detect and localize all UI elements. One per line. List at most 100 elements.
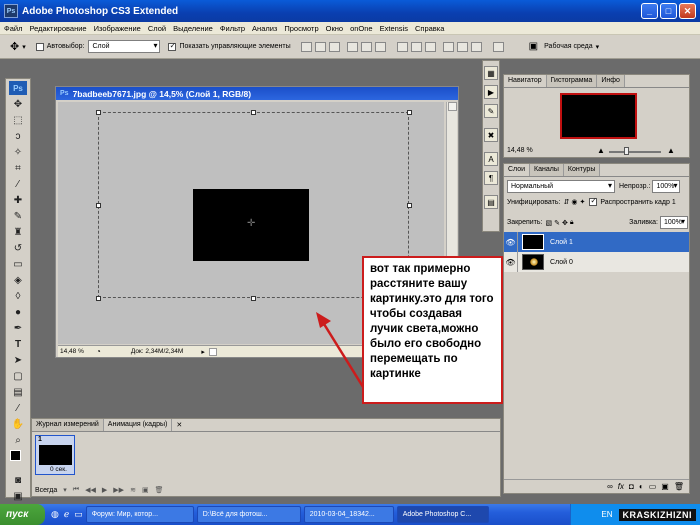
paint-bucket-tool-icon[interactable]: ◈ bbox=[9, 273, 27, 287]
tab-paths[interactable]: Контуры bbox=[563, 164, 601, 176]
unify-style-icon[interactable]: ✦ bbox=[579, 198, 585, 206]
delete-layer-icon[interactable]: 🗑︎ bbox=[674, 482, 684, 491]
lasso-tool-icon[interactable]: ↄ bbox=[9, 129, 27, 143]
quicklaunch-firefox-icon[interactable]: ◍ bbox=[51, 509, 59, 520]
navigator-zoom[interactable]: 14,48 % bbox=[507, 147, 533, 154]
lock-all-icon[interactable]: 🔒︎ bbox=[570, 219, 574, 227]
transform-handle[interactable] bbox=[96, 296, 101, 301]
loop-select[interactable]: Всегда bbox=[35, 487, 57, 494]
screen-mode-icon[interactable]: ▣ bbox=[9, 489, 27, 503]
transform-handle[interactable] bbox=[251, 296, 256, 301]
menu-analysis[interactable]: Анализ bbox=[252, 24, 277, 33]
distribute-top-icon[interactable] bbox=[396, 41, 408, 52]
eye-icon[interactable]: 👁︎ bbox=[504, 252, 518, 272]
eraser-tool-icon[interactable]: ▭ bbox=[9, 257, 27, 271]
workspace-label[interactable]: Рабочая среда bbox=[544, 43, 592, 50]
transform-handle[interactable] bbox=[96, 203, 101, 208]
eyedropper-tool-icon[interactable]: ⁄ bbox=[9, 177, 27, 191]
stamp-tool-icon[interactable]: ♜ bbox=[9, 225, 27, 239]
frame-time[interactable]: 0 сек. bbox=[50, 466, 67, 473]
layer-row-2[interactable]: 👁︎ Слой 0 bbox=[504, 252, 689, 272]
menu-help[interactable]: Справка bbox=[415, 24, 444, 33]
tab-histogram[interactable]: Гистограмма bbox=[546, 75, 598, 87]
first-frame-icon[interactable]: ⏮ bbox=[73, 486, 79, 494]
dock-play-icon[interactable]: ▶ bbox=[484, 85, 498, 99]
dock-tools-icon[interactable]: ✖ bbox=[484, 128, 498, 142]
animation-frame[interactable]: 1 0 сек. bbox=[35, 435, 75, 475]
crop-tool-icon[interactable]: ⌗ bbox=[9, 161, 27, 175]
transform-center-icon[interactable]: ✛ bbox=[247, 218, 255, 229]
pen-tool-icon[interactable]: ✒ bbox=[9, 321, 27, 335]
tab-animation[interactable]: Анимация (кадры) bbox=[103, 419, 173, 431]
zoom-in-icon[interactable]: ▲ bbox=[667, 146, 675, 155]
distribute-hcenter-icon[interactable] bbox=[456, 41, 468, 52]
layer-row-1[interactable]: 👁︎ Слой 1 bbox=[504, 232, 689, 252]
distribute-right-icon[interactable] bbox=[470, 41, 482, 52]
menu-layer[interactable]: Слой bbox=[148, 24, 166, 33]
transform-handle[interactable] bbox=[96, 110, 101, 115]
language-indicator[interactable]: EN bbox=[601, 510, 612, 519]
type-tool-icon[interactable]: T bbox=[9, 337, 27, 351]
move-tool-icon[interactable]: ✥ bbox=[10, 40, 19, 53]
distribute-vcenter-icon[interactable] bbox=[410, 41, 422, 52]
lock-pixels-icon[interactable]: ✎ bbox=[554, 219, 560, 227]
zoom-out-icon[interactable]: ▲ bbox=[597, 146, 605, 155]
autoselect-select[interactable]: Слой bbox=[88, 40, 161, 53]
status-arrow-icon[interactable]: ▸ bbox=[201, 348, 205, 356]
status-menu-icon[interactable]: ◔ bbox=[96, 347, 101, 356]
navigator-preview[interactable] bbox=[560, 93, 637, 139]
show-controls-checkbox[interactable] bbox=[168, 41, 179, 51]
align-vcenter-icon[interactable] bbox=[314, 41, 326, 52]
prev-frame-icon[interactable]: ◀◀ bbox=[85, 486, 96, 494]
brush-tool-icon[interactable]: ✎ bbox=[9, 209, 27, 223]
workspace-icon[interactable]: ▣ bbox=[529, 41, 538, 52]
menu-view[interactable]: Просмотр bbox=[284, 24, 318, 33]
healing-tool-icon[interactable]: ✚ bbox=[9, 193, 27, 207]
adjustment-layer-icon[interactable]: ◐ bbox=[639, 482, 644, 491]
blur-tool-icon[interactable]: ◊ bbox=[9, 289, 27, 303]
unify-position-icon[interactable]: ⇵ bbox=[563, 198, 569, 206]
menu-window[interactable]: Окно bbox=[326, 24, 343, 33]
taskbar-item-screenshot[interactable]: 2010-03-04_18342... bbox=[303, 506, 394, 523]
tab-close-icon[interactable]: ✕ bbox=[172, 419, 186, 431]
dodge-tool-icon[interactable]: ● bbox=[9, 305, 27, 319]
menu-file[interactable]: Файл bbox=[4, 24, 22, 33]
dock-character-icon[interactable]: A bbox=[484, 152, 498, 166]
align-right-icon[interactable] bbox=[374, 41, 386, 52]
transform-handle[interactable] bbox=[251, 110, 256, 115]
link-layers-icon[interactable]: ∞ bbox=[607, 482, 613, 491]
fill-input[interactable]: 100% bbox=[660, 216, 688, 229]
menu-select[interactable]: Выделение bbox=[173, 24, 213, 33]
auto-align-icon[interactable] bbox=[492, 41, 504, 52]
align-bottom-icon[interactable] bbox=[328, 41, 340, 52]
quicklaunch-ie-icon[interactable]: ℯ bbox=[64, 509, 69, 520]
magic-wand-tool-icon[interactable]: ✧ bbox=[9, 145, 27, 159]
minimize-button[interactable]: _ bbox=[641, 3, 658, 19]
dock-paragraph-icon[interactable]: ¶ bbox=[484, 171, 498, 185]
taskbar-item-forum[interactable]: Форум: Мир, котор... bbox=[85, 506, 194, 523]
autoselect-checkbox[interactable] bbox=[35, 42, 47, 51]
tab-info[interactable]: Инфо bbox=[597, 75, 625, 87]
move-tool-icon[interactable]: ✥ bbox=[9, 97, 27, 111]
document-zoom[interactable]: 14,48 % bbox=[60, 348, 92, 355]
foreground-color-swatch[interactable] bbox=[10, 450, 21, 461]
zoom-slider[interactable] bbox=[609, 151, 661, 153]
transform-handle[interactable] bbox=[407, 110, 412, 115]
history-brush-tool-icon[interactable]: ↺ bbox=[9, 241, 27, 255]
menu-onone[interactable]: onOne bbox=[350, 24, 373, 33]
transform-handle[interactable] bbox=[407, 203, 412, 208]
new-group-icon[interactable]: ▭ bbox=[649, 482, 657, 491]
next-frame-icon[interactable]: ▶▶ bbox=[113, 486, 124, 494]
tab-navigator[interactable]: Навигатор bbox=[504, 75, 547, 87]
tab-channels[interactable]: Каналы bbox=[530, 164, 564, 176]
hand-tool-icon[interactable]: ✋ bbox=[9, 417, 27, 431]
notes-tool-icon[interactable]: ▤ bbox=[9, 385, 27, 399]
eye-icon[interactable]: 👁︎ bbox=[504, 232, 518, 252]
workspace-dropdown-icon[interactable]: ▾ bbox=[596, 43, 600, 51]
menu-extensis[interactable]: Extensis bbox=[380, 24, 408, 33]
layer-mask-icon[interactable]: ◘ bbox=[629, 482, 634, 491]
tool-preset-dropdown[interactable]: ▾ bbox=[22, 43, 26, 51]
menu-edit[interactable]: Редактирование bbox=[29, 24, 86, 33]
quick-mask-icon[interactable]: ◙ bbox=[9, 473, 27, 487]
path-selection-tool-icon[interactable]: ➤ bbox=[9, 353, 27, 367]
